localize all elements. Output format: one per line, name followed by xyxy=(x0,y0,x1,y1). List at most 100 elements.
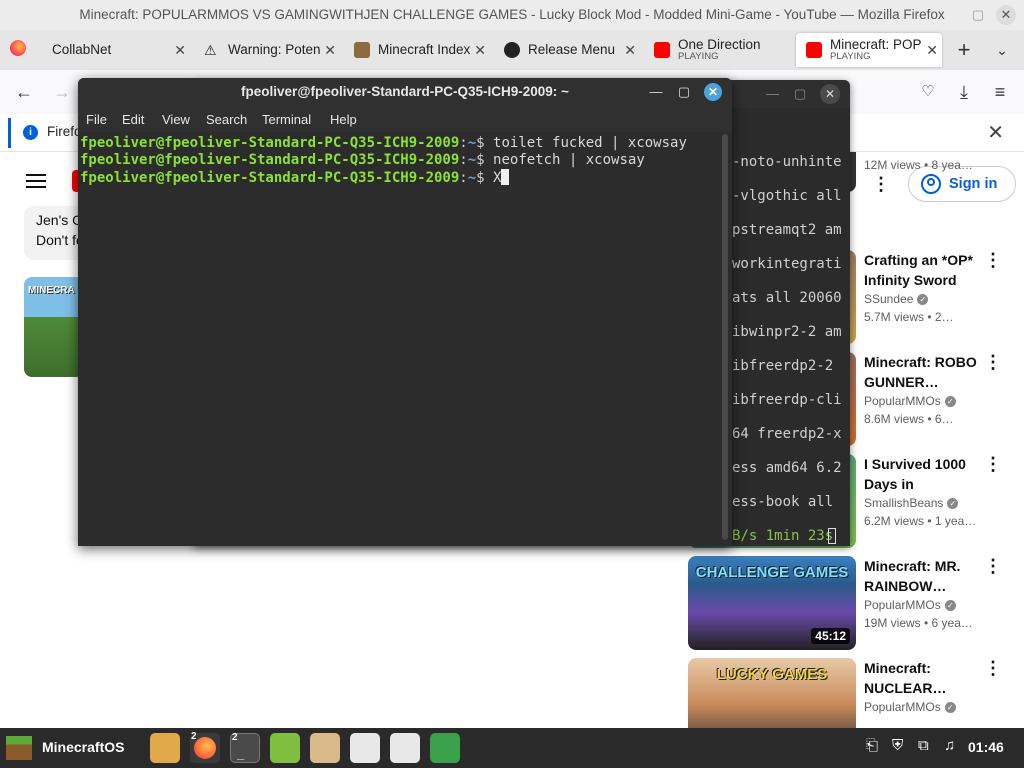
menu-terminal[interactable]: Terminal xyxy=(262,112,311,127)
verified-icon: ✓ xyxy=(947,498,959,510)
notification-text: Firefo xyxy=(47,124,82,139)
video-menu-icon[interactable]: ⋮ xyxy=(984,658,1002,679)
menu-help[interactable]: Help xyxy=(330,112,357,127)
youtube-menu-icon[interactable] xyxy=(26,174,46,188)
start-menu-label: MinecraftOS xyxy=(42,739,125,755)
verified-icon: ✓ xyxy=(944,600,956,612)
tab-minecraft-index[interactable]: Minecraft Index ✕ xyxy=(344,33,490,67)
video-thumbnail[interactable]: MINECRA xyxy=(24,277,84,377)
video-menu-icon[interactable]: ⋮ xyxy=(984,556,1002,577)
close-icon[interactable]: ✕ xyxy=(996,5,1016,25)
linux-mint-icon[interactable] xyxy=(270,733,300,763)
warning-icon: ⚠ xyxy=(204,42,217,59)
video-title[interactable]: I Survived 1000 Days in Hardcor… xyxy=(864,454,984,494)
prompt-path: ~ xyxy=(467,170,477,186)
prompt-user: fpeoliver@fpeoliver-Standard-PC-Q35-ICH9… xyxy=(80,135,460,151)
menu-edit[interactable]: Edit xyxy=(122,112,144,127)
video-thumbnail[interactable]: LUCKY GAMES xyxy=(688,658,856,728)
firefox-logo-icon[interactable] xyxy=(6,38,30,62)
channel-name[interactable]: PopularMMOs ✓ xyxy=(864,700,956,714)
video-menu-icon[interactable]: ⋮ xyxy=(984,250,1002,271)
file-manager-icon[interactable] xyxy=(150,733,180,763)
channel-name[interactable]: PopularMMOs ✓ xyxy=(864,598,956,612)
terminal-command: X xyxy=(493,170,502,186)
network-icon[interactable]: ⧉ xyxy=(918,737,929,754)
video-title[interactable]: Minecraft: MR. RAINBOW… xyxy=(864,556,984,596)
window-titlebar: Minecraft: POPULARMMOS VS GAMINGWITHJEN … xyxy=(0,0,1024,30)
tab-warning[interactable]: ⚠ Warning: Poten ✕ xyxy=(194,33,340,67)
menu-file[interactable]: File xyxy=(86,112,107,127)
hamburger-menu-icon[interactable]: ≡ xyxy=(988,80,1012,104)
terminal-output-line: pstreamqt2 am xyxy=(732,222,842,238)
terminal-title: fpeoliver@fpeoliver-Standard-PC-Q35-ICH9… xyxy=(241,84,569,99)
tab-close-icon[interactable]: ✕ xyxy=(474,33,486,67)
sound-icon[interactable]: ♫ xyxy=(944,737,955,754)
clipboard-icon[interactable]: ⎗ xyxy=(866,737,878,754)
minecraft-block-icon xyxy=(354,42,370,59)
terminal-output-line: ibfreerdp-cli xyxy=(732,392,842,408)
tab-playing-label: PLAYING xyxy=(830,51,871,62)
cube-app-icon[interactable] xyxy=(390,733,420,763)
prompt-user: fpeoliver@fpeoliver-Standard-PC-Q35-ICH9… xyxy=(80,152,460,168)
channel-name[interactable]: SSundee ✓ xyxy=(864,292,929,306)
download-icon[interactable]: ⤓ xyxy=(952,80,976,104)
video-menu-icon[interactable]: ⋮ xyxy=(984,454,1002,475)
terminal-output-line: -vlgothic all xyxy=(732,188,842,204)
tab-release-menu[interactable]: Release Menu ✕ xyxy=(494,33,640,67)
terminal-output-line: ess amd64 6.2 xyxy=(732,460,842,476)
tab-label: Release Menu xyxy=(528,42,616,57)
close-icon[interactable]: ✕ xyxy=(820,84,840,104)
terminal-body[interactable]: fpeoliver@fpeoliver-Standard-PC-Q35-ICH9… xyxy=(78,132,732,546)
video-meta: 6.2M views • 1 yea… xyxy=(864,514,977,528)
maximize-icon[interactable]: ▢ xyxy=(676,84,692,100)
menu-view[interactable]: View xyxy=(162,112,190,127)
tab-close-icon[interactable]: ✕ xyxy=(624,33,636,67)
tab-close-icon[interactable]: ✕ xyxy=(324,33,336,67)
forward-icon[interactable]: → xyxy=(50,80,74,104)
security-shield-icon[interactable]: ⛨ xyxy=(892,737,903,754)
channel-name[interactable]: PopularMMOs ✓ xyxy=(864,394,956,408)
minimize-icon[interactable]: — xyxy=(648,84,664,100)
maximize-icon[interactable]: ▢ xyxy=(794,86,806,102)
minimize-icon[interactable]: — xyxy=(766,86,779,101)
list-item[interactable]: LUCKY GAMES Minecraft: NUCLEAR… PopularM… xyxy=(688,658,1024,728)
tab-playing-label: PLAYING xyxy=(678,51,719,62)
tab-minecraft-popularmmos[interactable]: Minecraft: POP PLAYING ✕ xyxy=(796,33,942,67)
pocket-icon[interactable]: ♡ xyxy=(916,80,940,104)
new-tab-icon[interactable]: + xyxy=(952,38,976,62)
video-title[interactable]: Crafting an *OP* Infinity Sword in… xyxy=(864,250,984,290)
terminal-taskbar-icon[interactable]: _ 2 xyxy=(230,732,260,763)
video-menu-icon[interactable]: ⋮ xyxy=(984,352,1002,373)
thumbnail-text: MINECRA xyxy=(28,285,75,296)
firefox-taskbar-icon[interactable]: 2 xyxy=(190,731,220,763)
verified-icon: ✓ xyxy=(917,294,929,306)
cube-app-icon[interactable] xyxy=(350,733,380,763)
terminal-scrollbar[interactable] xyxy=(722,134,728,540)
terminal-window[interactable]: fpeoliver@fpeoliver-Standard-PC-Q35-ICH9… xyxy=(78,78,732,546)
tab-collabnet[interactable]: CollabNet ✕ xyxy=(42,33,190,67)
tab-close-icon[interactable]: ✕ xyxy=(926,33,938,67)
back-icon[interactable]: ← xyxy=(12,80,36,104)
clock[interactable]: 01:46 xyxy=(968,739,1004,755)
close-notification-icon[interactable]: ✕ xyxy=(987,120,1004,145)
terminal-command: toilet fucked | xcowsay xyxy=(493,135,687,151)
shield-icon[interactable] xyxy=(430,733,460,763)
info-icon: i xyxy=(23,125,38,140)
tab-one-direction[interactable]: One Direction PLAYING xyxy=(644,33,792,67)
close-icon[interactable]: ✕ xyxy=(704,83,722,101)
channel-name[interactable]: SmallishBeans ✓ xyxy=(864,496,959,510)
menu-search[interactable]: Search xyxy=(206,112,247,127)
video-meta: 12M views • 8 yea… xyxy=(864,158,973,172)
tab-label: CollabNet xyxy=(52,42,112,57)
restore-icon[interactable]: ▢ xyxy=(968,5,988,25)
tab-close-icon[interactable]: ✕ xyxy=(174,33,186,67)
tab-label: Minecraft Index xyxy=(378,42,471,57)
window-count-badge: 2 xyxy=(232,732,238,743)
chevron-down-icon[interactable]: ⌄ xyxy=(990,38,1014,62)
list-item[interactable]: CHALLENGE GAMES 45:12 Minecraft: MR. RAI… xyxy=(688,556,1024,652)
video-title[interactable]: Minecraft: ROBO GUNNER… xyxy=(864,352,984,392)
archive-icon[interactable] xyxy=(310,733,340,763)
video-thumbnail[interactable]: CHALLENGE GAMES 45:12 xyxy=(688,556,856,650)
terminal-titlebar: fpeoliver@fpeoliver-Standard-PC-Q35-ICH9… xyxy=(78,78,732,108)
video-title[interactable]: Minecraft: NUCLEAR… xyxy=(864,658,984,698)
